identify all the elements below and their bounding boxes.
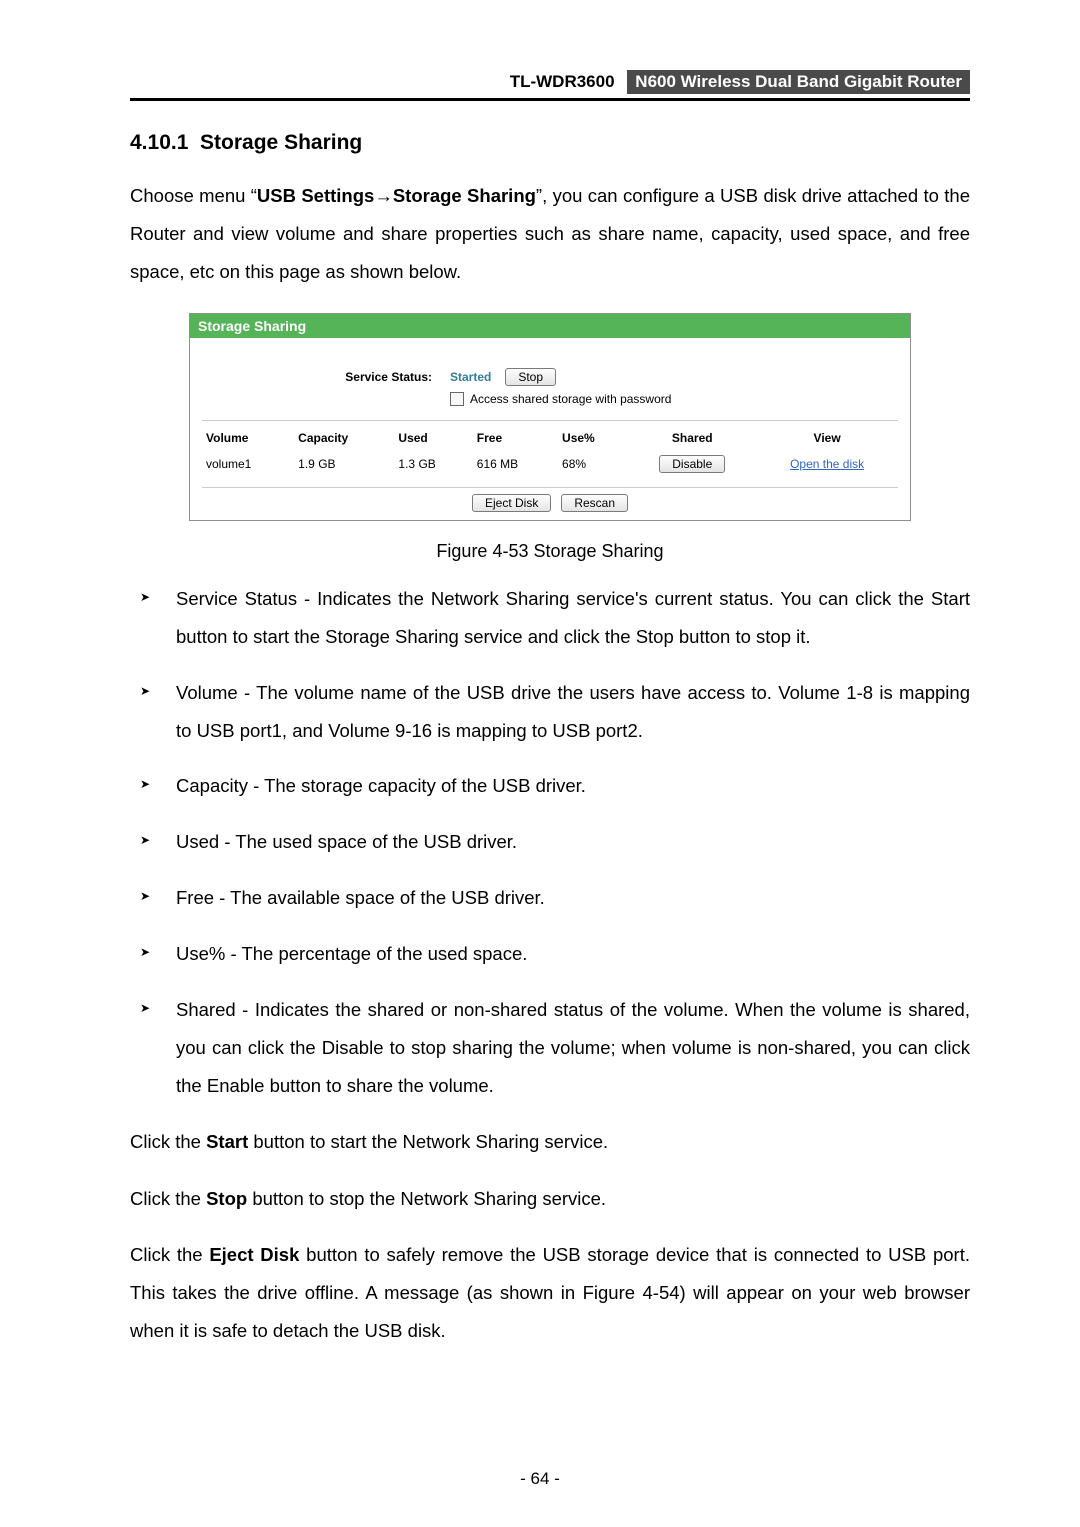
term: Used: [176, 831, 219, 852]
table-row: volume1 1.9 GB 1.3 GB 616 MB 68% Disable…: [202, 453, 898, 487]
term: Free: [176, 887, 214, 908]
rescan-button[interactable]: Rescan: [561, 494, 628, 512]
text: - The percentage of the used space.: [225, 943, 527, 964]
stop-button[interactable]: Stop: [505, 368, 556, 386]
term: Capacity: [176, 775, 248, 796]
col-used: Used: [394, 427, 472, 453]
cell-free: 616 MB: [473, 453, 558, 487]
menu-path-bold: USB Settings→Storage Sharing: [257, 185, 536, 206]
text: button to start the Network Sharing serv…: [248, 1131, 608, 1152]
text: Click the: [130, 1188, 206, 1209]
col-shared: Shared: [628, 427, 756, 453]
open-disk-link[interactable]: Open the disk: [790, 457, 864, 471]
section-heading: 4.10.1 Storage Sharing: [130, 131, 970, 155]
term: Volume: [176, 682, 238, 703]
term: Shared: [176, 999, 236, 1020]
col-usepct: Use%: [558, 427, 628, 453]
figure-caption: Figure 4-53 Storage Sharing: [130, 541, 970, 562]
col-volume: Volume: [202, 427, 294, 453]
storage-sharing-screenshot: Storage Sharing Service Status: Started …: [189, 313, 911, 521]
page-header: TL-WDR3600 N600 Wireless Dual Band Gigab…: [130, 70, 970, 101]
tail-para-1: Click the Start button to start the Netw…: [130, 1123, 970, 1161]
password-checkbox-label: Access shared storage with password: [470, 392, 671, 406]
bold: Eject Disk: [209, 1244, 299, 1265]
text: button to start the Storage Sharing serv…: [176, 626, 636, 647]
cell-view: Open the disk: [756, 453, 898, 487]
text: button to share the volume.: [264, 1075, 493, 1096]
bold: Stop: [206, 1188, 247, 1209]
document-page: TL-WDR3600 N600 Wireless Dual Band Gigab…: [0, 0, 1080, 1527]
text: Choose menu “: [130, 185, 257, 206]
cell-used: 1.3 GB: [394, 453, 472, 487]
list-item-volume: Volume - The volume name of the USB driv…: [130, 674, 970, 750]
bold: Start: [931, 588, 970, 609]
bold: Stop: [636, 626, 674, 647]
cell-capacity: 1.9 GB: [294, 453, 394, 487]
col-capacity: Capacity: [294, 427, 394, 453]
col-free: Free: [473, 427, 558, 453]
tail-para-3: Click the Eject Disk button to safely re…: [130, 1236, 970, 1350]
password-checkbox-row: Access shared storage with password: [450, 392, 898, 406]
col-view: View: [756, 427, 898, 453]
disable-button[interactable]: Disable: [659, 455, 725, 473]
text: button to stop the Network Sharing servi…: [247, 1188, 606, 1209]
eject-disk-button[interactable]: Eject Disk: [472, 494, 551, 512]
cell-usepct: 68%: [558, 453, 628, 487]
panel-body: Service Status: Started Stop Access shar…: [190, 338, 910, 520]
bold: Enable: [207, 1075, 265, 1096]
page-number: - 64 -: [0, 1469, 1080, 1489]
model-code: TL-WDR3600: [510, 72, 623, 91]
product-name: N600 Wireless Dual Band Gigabit Router: [627, 70, 970, 94]
term: Use%: [176, 943, 225, 964]
text: - The storage capacity of the USB driver…: [248, 775, 586, 796]
text: - Indicates the Network Sharing service'…: [297, 588, 931, 609]
intro-paragraph: Choose menu “USB Settings→Storage Sharin…: [130, 177, 970, 291]
password-checkbox[interactable]: [450, 392, 464, 406]
list-item-used: Used - The used space of the USB driver.: [130, 823, 970, 861]
text: - The available space of the USB driver.: [214, 887, 545, 908]
list-item-usepct: Use% - The percentage of the used space.: [130, 935, 970, 973]
cell-shared: Disable: [628, 453, 756, 487]
list-item-shared: Shared - Indicates the shared or non-sha…: [130, 991, 970, 1105]
tail-para-2: Click the Stop button to stop the Networ…: [130, 1180, 970, 1218]
panel-title: Storage Sharing: [190, 314, 910, 338]
text: button to stop it.: [674, 626, 811, 647]
bottom-button-row: Eject Disk Rescan: [202, 487, 898, 520]
bold: Start: [206, 1131, 248, 1152]
feature-list: Service Status - Indicates the Network S…: [130, 580, 970, 1105]
table-header-row: Volume Capacity Used Free Use% Shared Vi…: [202, 427, 898, 453]
cell-volume: volume1: [202, 453, 294, 487]
list-item-capacity: Capacity - The storage capacity of the U…: [130, 767, 970, 805]
volume-table: Volume Capacity Used Free Use% Shared Vi…: [202, 427, 898, 487]
separator: [202, 420, 898, 421]
text: Click the: [130, 1244, 209, 1265]
text: Click the: [130, 1131, 206, 1152]
service-status-row: Service Status: Started Stop: [202, 368, 898, 386]
list-item-free: Free - The available space of the USB dr…: [130, 879, 970, 917]
text: - The used space of the USB driver.: [219, 831, 517, 852]
service-status-label: Service Status:: [202, 370, 450, 384]
bold: Disable: [322, 1037, 384, 1058]
list-item-service-status: Service Status - Indicates the Network S…: [130, 580, 970, 656]
term: Service Status: [176, 588, 297, 609]
service-status-value: Started: [450, 370, 491, 384]
text: - The volume name of the USB drive the u…: [176, 682, 970, 741]
